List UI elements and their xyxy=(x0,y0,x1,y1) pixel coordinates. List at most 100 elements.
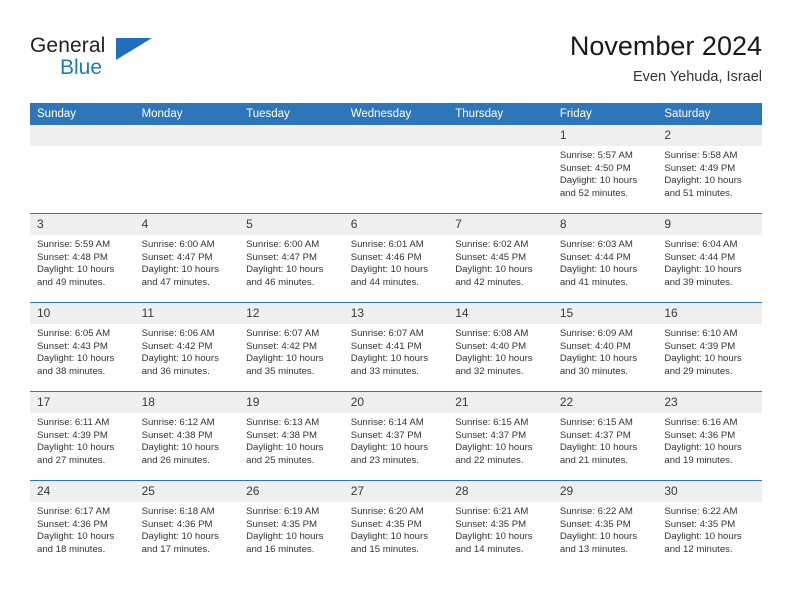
day-number: 23 xyxy=(657,392,762,413)
sunrise-text: Sunrise: 6:07 AM xyxy=(246,328,320,339)
daylight-text-line2: and 47 minutes. xyxy=(141,276,210,288)
day-cell[interactable]: 19 Sunrise: 6:13 AM Sunset: 4:38 PM Dayl… xyxy=(239,391,344,481)
day-details: Sunrise: 6:05 AM Sunset: 4:43 PM Dayligh… xyxy=(30,324,135,378)
day-cell[interactable] xyxy=(448,125,553,214)
day-cell[interactable]: 23 Sunrise: 6:16 AM Sunset: 4:36 PM Dayl… xyxy=(657,391,762,481)
daylight-text-line2: and 44 minutes. xyxy=(350,276,419,288)
daylight-text-line2: and 52 minutes. xyxy=(559,187,629,199)
daylight-text-line1: Daylight: 10 hours xyxy=(37,264,115,276)
calendar-week-row: 17 Sunrise: 6:11 AM Sunset: 4:39 PM Dayl… xyxy=(30,391,762,481)
daylight-text-line1: Daylight: 10 hours xyxy=(246,442,324,454)
daylight-text-line1: Daylight: 10 hours xyxy=(559,442,638,454)
daylight-text-line1: Daylight: 10 hours xyxy=(141,442,219,454)
day-cell[interactable]: 3 Sunrise: 5:59 AM Sunset: 4:48 PM Dayli… xyxy=(30,213,135,303)
day-number: 9 xyxy=(657,214,762,235)
day-details: Sunrise: 6:15 AM Sunset: 4:37 PM Dayligh… xyxy=(448,413,553,467)
sunrise-text: Sunrise: 6:16 AM xyxy=(664,417,738,428)
day-cell[interactable]: 14 Sunrise: 6:08 AM Sunset: 4:40 PM Dayl… xyxy=(448,302,553,392)
day-cell[interactable]: 6 Sunrise: 6:01 AM Sunset: 4:46 PM Dayli… xyxy=(343,213,449,303)
location-subtitle: Even Yehuda, Israel xyxy=(633,69,762,85)
daylight-text-line2: and 38 minutes. xyxy=(37,365,106,377)
day-cell[interactable]: 8 Sunrise: 6:03 AM Sunset: 4:44 PM Dayli… xyxy=(552,213,658,303)
day-cell[interactable]: 24 Sunrise: 6:17 AM Sunset: 4:36 PM Dayl… xyxy=(30,480,135,569)
daylight-text-line2: and 30 minutes. xyxy=(559,365,629,377)
column-header-tuesday: Tuesday xyxy=(239,103,344,125)
day-cell[interactable]: 27 Sunrise: 6:20 AM Sunset: 4:35 PM Dayl… xyxy=(343,480,449,569)
sunset-text: Sunset: 4:50 PM xyxy=(559,162,631,174)
day-cell[interactable]: 2 Sunrise: 5:58 AM Sunset: 4:49 PM Dayli… xyxy=(657,125,762,214)
sunrise-text: Sunrise: 6:01 AM xyxy=(350,239,424,250)
day-number: 19 xyxy=(239,392,344,413)
day-cell[interactable]: 22 Sunrise: 6:15 AM Sunset: 4:37 PM Dayl… xyxy=(552,391,658,481)
sunrise-text: Sunrise: 6:05 AM xyxy=(37,328,111,339)
sunrise-sunset-calendar: Sunday Monday Tuesday Wednesday Thursday… xyxy=(30,103,762,569)
day-details: Sunrise: 6:11 AM Sunset: 4:39 PM Dayligh… xyxy=(30,413,135,467)
day-cell[interactable] xyxy=(343,125,449,214)
day-number: 4 xyxy=(134,214,240,235)
sunset-text: Sunset: 4:49 PM xyxy=(664,162,736,174)
day-cell[interactable]: 12 Sunrise: 6:07 AM Sunset: 4:42 PM Dayl… xyxy=(239,302,344,392)
sunrise-text: Sunrise: 6:13 AM xyxy=(246,417,320,428)
general-blue-logo[interactable]: General Blue xyxy=(30,34,170,90)
sunset-text: Sunset: 4:42 PM xyxy=(246,340,318,352)
sunset-text: Sunset: 4:35 PM xyxy=(455,518,527,530)
day-cell[interactable]: 26 Sunrise: 6:19 AM Sunset: 4:35 PM Dayl… xyxy=(239,480,344,569)
day-number: 26 xyxy=(239,481,344,502)
day-number xyxy=(134,125,240,146)
daylight-text-line1: Daylight: 10 hours xyxy=(350,264,429,276)
calendar-body: 1 Sunrise: 5:57 AM Sunset: 4:50 PM Dayli… xyxy=(30,125,762,569)
day-cell[interactable]: 4 Sunrise: 6:00 AM Sunset: 4:47 PM Dayli… xyxy=(134,213,240,303)
day-cell[interactable]: 10 Sunrise: 6:05 AM Sunset: 4:43 PM Dayl… xyxy=(30,302,135,392)
day-cell[interactable]: 16 Sunrise: 6:10 AM Sunset: 4:39 PM Dayl… xyxy=(657,302,762,392)
day-cell[interactable]: 1 Sunrise: 5:57 AM Sunset: 4:50 PM Dayli… xyxy=(552,125,658,214)
day-cell[interactable]: 7 Sunrise: 6:02 AM Sunset: 4:45 PM Dayli… xyxy=(448,213,553,303)
calendar-week-row: 24 Sunrise: 6:17 AM Sunset: 4:36 PM Dayl… xyxy=(30,480,762,569)
sunrise-text: Sunrise: 6:22 AM xyxy=(559,506,633,517)
day-number: 13 xyxy=(343,303,449,324)
day-cell[interactable]: 30 Sunrise: 6:22 AM Sunset: 4:35 PM Dayl… xyxy=(657,480,762,569)
daylight-text-line1: Daylight: 10 hours xyxy=(350,353,429,365)
day-cell[interactable]: 29 Sunrise: 6:22 AM Sunset: 4:35 PM Dayl… xyxy=(552,480,658,569)
day-cell[interactable]: 5 Sunrise: 6:00 AM Sunset: 4:47 PM Dayli… xyxy=(239,213,344,303)
day-details: Sunrise: 6:08 AM Sunset: 4:40 PM Dayligh… xyxy=(448,324,553,378)
sunrise-text: Sunrise: 6:19 AM xyxy=(246,506,320,517)
day-number: 1 xyxy=(552,125,658,146)
day-cell[interactable]: 18 Sunrise: 6:12 AM Sunset: 4:38 PM Dayl… xyxy=(134,391,240,481)
day-cell[interactable] xyxy=(134,125,240,214)
daylight-text-line2: and 51 minutes. xyxy=(664,187,733,199)
day-number: 12 xyxy=(239,303,344,324)
day-cell[interactable]: 9 Sunrise: 6:04 AM Sunset: 4:44 PM Dayli… xyxy=(657,213,762,303)
daylight-text-line2: and 23 minutes. xyxy=(350,454,419,466)
day-details: Sunrise: 6:16 AM Sunset: 4:36 PM Dayligh… xyxy=(657,413,762,467)
day-cell[interactable] xyxy=(30,125,135,214)
day-cell[interactable]: 28 Sunrise: 6:21 AM Sunset: 4:35 PM Dayl… xyxy=(448,480,553,569)
day-cell[interactable]: 13 Sunrise: 6:07 AM Sunset: 4:41 PM Dayl… xyxy=(343,302,449,392)
sunrise-text: Sunrise: 6:09 AM xyxy=(559,328,633,339)
sunset-text: Sunset: 4:37 PM xyxy=(455,429,527,441)
sunrise-text: Sunrise: 6:06 AM xyxy=(141,328,215,339)
day-details: Sunrise: 6:01 AM Sunset: 4:46 PM Dayligh… xyxy=(344,235,449,289)
day-cell[interactable]: 15 Sunrise: 6:09 AM Sunset: 4:40 PM Dayl… xyxy=(552,302,658,392)
sunset-text: Sunset: 4:46 PM xyxy=(350,251,422,263)
daylight-text-line2: and 27 minutes. xyxy=(37,454,106,466)
sunrise-text: Sunrise: 6:18 AM xyxy=(141,506,215,517)
day-cell[interactable]: 21 Sunrise: 6:15 AM Sunset: 4:37 PM Dayl… xyxy=(448,391,553,481)
sunrise-text: Sunrise: 6:15 AM xyxy=(455,417,529,428)
daylight-text-line1: Daylight: 10 hours xyxy=(246,353,324,365)
sunrise-text: Sunrise: 6:00 AM xyxy=(246,239,320,250)
day-cell[interactable]: 25 Sunrise: 6:18 AM Sunset: 4:36 PM Dayl… xyxy=(134,480,240,569)
daylight-text-line2: and 12 minutes. xyxy=(664,543,733,555)
day-details: Sunrise: 6:12 AM Sunset: 4:38 PM Dayligh… xyxy=(135,413,240,467)
day-cell[interactable]: 11 Sunrise: 6:06 AM Sunset: 4:42 PM Dayl… xyxy=(134,302,240,392)
day-cell[interactable]: 20 Sunrise: 6:14 AM Sunset: 4:37 PM Dayl… xyxy=(343,391,449,481)
day-cell[interactable] xyxy=(239,125,344,214)
logo-text-blue: Blue xyxy=(60,56,103,79)
sunrise-text: Sunrise: 6:17 AM xyxy=(37,506,111,517)
sunrise-text: Sunrise: 6:21 AM xyxy=(455,506,529,517)
day-details: Sunrise: 6:20 AM Sunset: 4:35 PM Dayligh… xyxy=(344,502,449,556)
sunset-text: Sunset: 4:47 PM xyxy=(246,251,318,263)
day-cell[interactable]: 17 Sunrise: 6:11 AM Sunset: 4:39 PM Dayl… xyxy=(30,391,135,481)
day-number: 11 xyxy=(134,303,240,324)
daylight-text-line1: Daylight: 10 hours xyxy=(559,353,638,365)
day-number xyxy=(239,125,344,146)
